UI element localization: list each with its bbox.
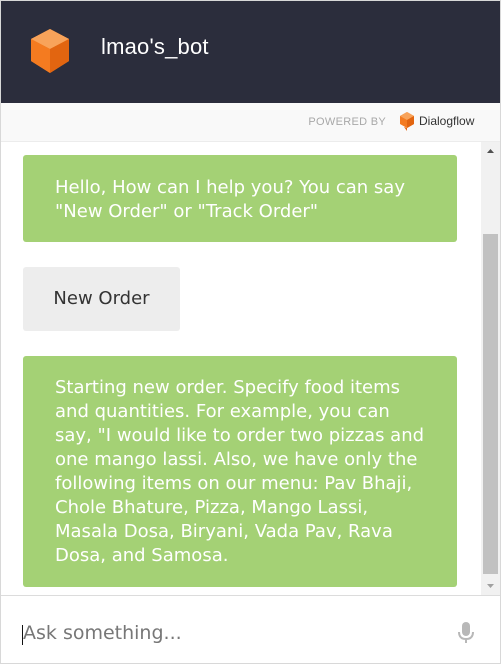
message-input[interactable] [23, 618, 433, 648]
user-message: New Order [23, 267, 180, 331]
chat-widget: lmao's_bot POWERED BY Dialogflow Hello, … [0, 0, 501, 664]
dialogflow-brand: Dialogflow [419, 114, 475, 128]
microphone-icon[interactable] [457, 621, 475, 645]
bot-message: Hello, How can I help you? You can say "… [23, 155, 457, 242]
bot-title: lmao's_bot [101, 34, 209, 59]
composer-bar [1, 595, 500, 663]
bot-message: Starting new order. Specify food items a… [23, 356, 457, 587]
scroll-thumb[interactable] [483, 234, 498, 574]
chat-header: lmao's_bot [1, 1, 500, 103]
orange-cube-icon [31, 29, 69, 73]
message-scrollbar[interactable] [481, 142, 500, 595]
message-list[interactable]: Hello, How can I help you? You can say "… [1, 142, 481, 595]
powered-by-label: POWERED BY [308, 116, 386, 128]
dialogflow-icon [400, 112, 414, 131]
scroll-down-arrow-icon[interactable] [481, 578, 500, 595]
scroll-up-arrow-icon[interactable] [481, 142, 500, 159]
